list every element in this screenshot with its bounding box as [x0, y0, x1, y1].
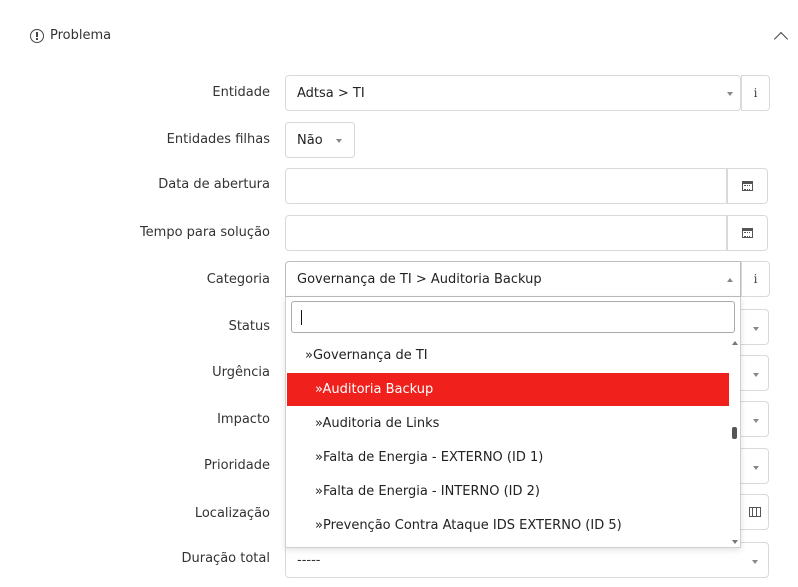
- scrollbar-thumb[interactable]: [732, 427, 737, 439]
- dropdown-list: »Governança de TI »Auditoria Backup »Audit…: [287, 339, 729, 547]
- scroll-up-arrow-icon[interactable]: [732, 341, 738, 345]
- duracao-total-value: -----: [297, 553, 321, 568]
- entidades-filhas-select[interactable]: Não: [285, 122, 355, 158]
- chevron-down-icon: [753, 373, 759, 377]
- data-abertura-calendar-button[interactable]: [727, 168, 768, 204]
- chevron-up-icon: [727, 278, 733, 282]
- entidades-filhas-value: Não: [297, 133, 323, 148]
- panel-title: Problema: [50, 28, 112, 43]
- label-localizacao: Localização: [194, 506, 270, 521]
- dropdown-option-label: »Prevenção Contra Ataque IDS EXTERNO (ID…: [315, 518, 622, 533]
- scroll-down-arrow-icon[interactable]: [732, 540, 738, 544]
- dropdown-scrollbar[interactable]: [730, 339, 740, 547]
- dropdown-option[interactable]: »Governança de TI: [287, 339, 729, 372]
- label-status: Status: [228, 319, 270, 334]
- tempo-solucao-input[interactable]: [285, 215, 768, 251]
- tempo-solucao-calendar-button[interactable]: [727, 215, 768, 251]
- chevron-down-icon: [752, 560, 758, 564]
- chevron-down-icon: [753, 466, 759, 470]
- label-categoria: Categoria: [206, 272, 270, 287]
- label-duracao-total: Duração total: [181, 551, 271, 566]
- label-entidades-filhas: Entidades filhas: [166, 132, 270, 147]
- dropdown-option[interactable]: »Prevenção Contra Ataque IDS EXTERNO (ID…: [287, 509, 729, 542]
- label-data-abertura: Data de abertura: [158, 177, 270, 192]
- chevron-down-icon: [753, 419, 759, 423]
- chevron-down-icon: [727, 92, 733, 96]
- chevron-down-icon: [753, 327, 759, 331]
- dropdown-option[interactable]: »Auditoria Backup: [287, 373, 729, 406]
- impacto-select[interactable]: [741, 401, 769, 437]
- urgencia-select[interactable]: [741, 355, 769, 391]
- chevron-up-icon[interactable]: [773, 31, 789, 47]
- calendar-icon: [742, 181, 753, 191]
- info-icon: i: [753, 86, 758, 100]
- dropdown-option[interactable]: »Falta de Energia - INTERNO (ID 2): [287, 475, 729, 508]
- categoria-info-button[interactable]: i: [741, 261, 770, 297]
- map-icon: [748, 507, 761, 517]
- label-tempo-solucao: Tempo para solução: [139, 225, 270, 240]
- categoria-value: Governança de TI > Auditoria Backup: [297, 272, 542, 287]
- dropdown-search-input[interactable]: [291, 301, 735, 333]
- dropdown-option-label: »Governança de TI: [305, 348, 428, 363]
- dropdown-option-label: »Auditoria Backup: [315, 382, 434, 397]
- label-prioridade: Prioridade: [204, 458, 270, 473]
- calendar-icon: [742, 228, 753, 238]
- entidade-value: Adtsa > TI: [297, 86, 365, 101]
- entidade-info-button[interactable]: i: [741, 75, 770, 111]
- label-entidade: Entidade: [212, 85, 270, 100]
- localizacao-map-button[interactable]: [741, 494, 769, 530]
- dropdown-option[interactable]: »Falta de Energia - EXTERNO (ID 1): [287, 441, 729, 474]
- label-impacto: Impacto: [217, 412, 270, 427]
- entidade-select[interactable]: Adtsa > TI i: [285, 75, 770, 111]
- categoria-select[interactable]: Governança de TI > Auditoria Backup i: [285, 261, 770, 297]
- data-abertura-input[interactable]: [285, 168, 768, 204]
- text-cursor: [301, 310, 303, 325]
- categoria-dropdown: »Governança de TI »Auditoria Backup »Audit…: [285, 297, 741, 548]
- dropdown-option[interactable]: »Auditoria de Links: [287, 407, 729, 440]
- dropdown-option-label: »Falta de Energia - INTERNO (ID 2): [315, 484, 540, 499]
- label-urgencia: Urgência: [212, 365, 270, 380]
- panel-header[interactable]: Problema: [30, 28, 111, 43]
- prioridade-select[interactable]: [741, 448, 769, 484]
- info-icon: i: [753, 272, 758, 286]
- info-circle-icon: [30, 28, 44, 43]
- chevron-down-icon: [336, 139, 342, 143]
- status-select[interactable]: [741, 309, 769, 345]
- dropdown-option-label: »Auditoria de Links: [315, 416, 440, 431]
- dropdown-option-label: »Falta de Energia - EXTERNO (ID 1): [315, 450, 544, 465]
